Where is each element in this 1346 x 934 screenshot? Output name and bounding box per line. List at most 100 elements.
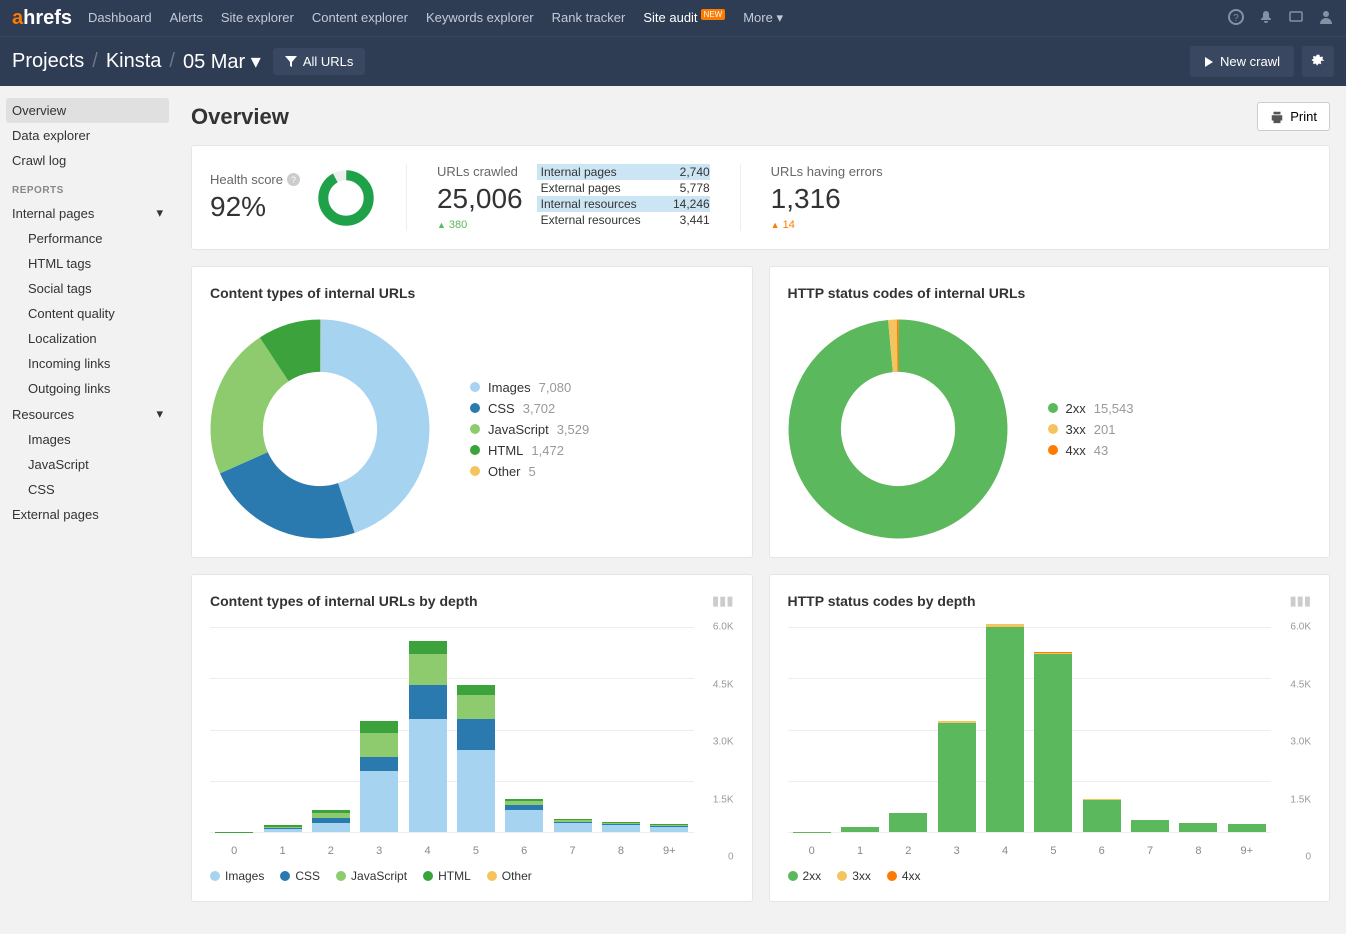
help-icon[interactable]: ?	[1228, 9, 1244, 28]
gear-icon	[1311, 53, 1325, 67]
legend-item[interactable]: HTML	[423, 869, 471, 883]
barchart-http-depth: 01.5K3.0K4.5K6.0K0123456789+	[788, 627, 1312, 857]
legend-item[interactable]: JavaScript	[336, 869, 407, 883]
sidebar-images[interactable]: Images	[0, 427, 175, 452]
topnav-dashboard[interactable]: Dashboard	[88, 10, 152, 26]
donut-http-codes	[788, 319, 1008, 539]
bar-column[interactable]	[264, 825, 302, 832]
legend-item[interactable]: Other 5	[470, 461, 589, 482]
topnav-site-audit[interactable]: Site auditNEW	[643, 10, 725, 26]
sidebar-internal-pages[interactable]: Internal pages ▾	[0, 200, 175, 226]
summary-card: Health score? 92% URLs crawled 25,006 38…	[191, 145, 1330, 250]
play-icon	[1204, 57, 1214, 67]
bar-column[interactable]	[1228, 824, 1266, 832]
bar-column[interactable]	[409, 641, 447, 832]
new-badge: NEW	[701, 9, 726, 20]
sidebar-incoming-links[interactable]: Incoming links	[0, 351, 175, 376]
logo[interactable]: ahrefs	[12, 7, 72, 30]
sidebar-outgoing-links[interactable]: Outgoing links	[0, 376, 175, 401]
bar-column[interactable]	[1083, 799, 1121, 832]
legend-item[interactable]: 4xx	[887, 869, 921, 883]
bar-column[interactable]	[554, 819, 592, 832]
bar-column[interactable]	[841, 827, 879, 832]
metric-health: Health score? 92%	[210, 164, 407, 231]
bar-column[interactable]	[312, 810, 350, 832]
legend-item[interactable]: 2xx	[788, 869, 822, 883]
breakdown-row[interactable]: External resources3,441	[537, 212, 710, 228]
bar-column[interactable]	[602, 822, 640, 832]
topnav-content-explorer[interactable]: Content explorer	[312, 10, 408, 26]
metric-urls-crawled: URLs crawled 25,006 380 Internal pages2,…	[437, 164, 741, 231]
topnav-site-explorer[interactable]: Site explorer	[221, 10, 294, 26]
breakdown-row[interactable]: Internal resources14,246	[537, 196, 710, 212]
breakdown-row[interactable]: External pages5,778	[537, 180, 710, 196]
legend-item[interactable]: HTML 1,472	[470, 440, 589, 461]
breadcrumb-projects[interactable]: Projects	[12, 50, 84, 73]
topnav-alerts[interactable]: Alerts	[170, 10, 203, 26]
panel-content-depth: Content types of internal URLs by depth …	[191, 574, 753, 902]
sidebar-resources[interactable]: Resources ▾	[0, 401, 175, 427]
barchart-content-depth: 01.5K3.0K4.5K6.0K0123456789+	[210, 627, 734, 857]
bar-column[interactable]	[889, 813, 927, 832]
help-icon[interactable]: ?	[287, 173, 300, 186]
user-icon[interactable]	[1318, 9, 1334, 28]
chart-icon[interactable]: ▮▮▮	[1290, 593, 1311, 609]
sidebar-social-tags[interactable]: Social tags	[0, 276, 175, 301]
topnav-more[interactable]: More ▾	[743, 10, 783, 26]
settings-button[interactable]	[1302, 46, 1334, 77]
sidebar-overview[interactable]: Overview	[6, 98, 169, 123]
legend-item[interactable]: Other	[487, 869, 532, 883]
panel-content-types: Content types of internal URLs Images 7,…	[191, 266, 753, 558]
breadcrumb-project[interactable]: Kinsta	[106, 50, 162, 73]
topbar: ahrefs Dashboard Alerts Site explorer Conte…	[0, 0, 1346, 36]
bar-column[interactable]	[938, 721, 976, 832]
sidebar-content-quality[interactable]: Content quality	[0, 301, 175, 326]
legend-item[interactable]: 2xx 15,543	[1048, 398, 1134, 419]
urls-crawled-change: 380	[437, 219, 523, 231]
breadcrumb: Projects / Kinsta / 05 Mar ▾	[12, 49, 261, 74]
filter-icon	[285, 56, 297, 68]
topnav-keywords-explorer[interactable]: Keywords explorer	[426, 10, 534, 26]
legend-item[interactable]: 3xx	[837, 869, 871, 883]
breadcrumb-date[interactable]: 05 Mar ▾	[183, 49, 261, 74]
new-crawl-button[interactable]: New crawl	[1190, 46, 1294, 77]
filter-button[interactable]: All URLs	[273, 48, 366, 75]
health-donut	[316, 168, 376, 228]
legend-item[interactable]: CSS 3,702	[470, 398, 589, 419]
legend-content-types: Images 7,080CSS 3,702JavaScript 3,529HTM…	[470, 377, 589, 482]
bar-column[interactable]	[360, 721, 398, 832]
subbar: Projects / Kinsta / 05 Mar ▾ All URLs Ne…	[0, 36, 1346, 86]
legend-item[interactable]: 4xx 43	[1048, 440, 1134, 461]
header-icons: ?	[1228, 9, 1334, 28]
bar-column[interactable]	[650, 824, 688, 832]
bar-column[interactable]	[986, 624, 1024, 832]
sidebar-data-explorer[interactable]: Data explorer	[0, 123, 175, 148]
bar-column[interactable]	[1131, 820, 1169, 832]
sidebar-javascript[interactable]: JavaScript	[0, 452, 175, 477]
topnav: Dashboard Alerts Site explorer Content expl…	[88, 10, 1228, 26]
sidebar-localization[interactable]: Localization	[0, 326, 175, 351]
print-button[interactable]: Print	[1257, 102, 1330, 131]
sidebar-crawl-log[interactable]: Crawl log	[0, 148, 175, 173]
legend-item[interactable]: JavaScript 3,529	[470, 419, 589, 440]
content: Overview Print Health score? 92% URLs cr	[175, 86, 1346, 934]
chevron-down-icon: ▾	[156, 406, 163, 422]
legend-item[interactable]: CSS	[280, 869, 320, 883]
panel-http-depth: HTTP status codes by depth ▮▮▮ 01.5K3.0K…	[769, 574, 1331, 902]
sidebar-css[interactable]: CSS	[0, 477, 175, 502]
bar-column[interactable]	[1179, 823, 1217, 832]
sidebar-html-tags[interactable]: HTML tags	[0, 251, 175, 276]
breakdown-row[interactable]: Internal pages2,740	[537, 164, 710, 180]
chat-icon[interactable]	[1288, 9, 1304, 28]
chart-icon[interactable]: ▮▮▮	[712, 593, 733, 609]
legend-item[interactable]: 3xx 201	[1048, 419, 1134, 440]
topnav-rank-tracker[interactable]: Rank tracker	[552, 10, 626, 26]
sidebar-performance[interactable]: Performance	[0, 226, 175, 251]
bell-icon[interactable]	[1258, 9, 1274, 28]
bar-column[interactable]	[1034, 652, 1072, 832]
bar-column[interactable]	[457, 685, 495, 832]
legend-item[interactable]: Images	[210, 869, 264, 883]
bar-column[interactable]	[505, 799, 543, 832]
legend-item[interactable]: Images 7,080	[470, 377, 589, 398]
sidebar-external-pages[interactable]: External pages	[0, 502, 175, 527]
